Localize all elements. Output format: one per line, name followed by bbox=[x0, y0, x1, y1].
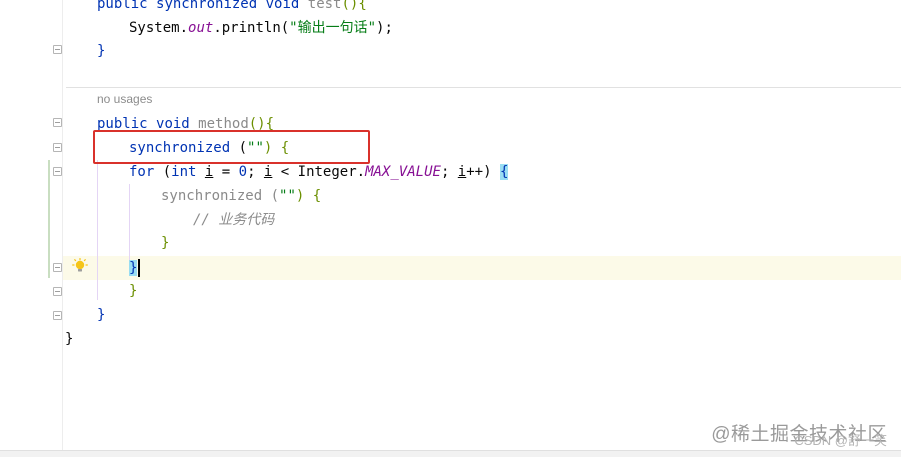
keyword: public bbox=[97, 0, 148, 12]
keyword: for bbox=[129, 164, 155, 180]
watermark-csdn: CSDN @舒一笑 bbox=[794, 433, 887, 448]
punctuation: ++) bbox=[466, 164, 500, 180]
text-caret bbox=[138, 259, 141, 277]
class-ref: < Integer. bbox=[272, 164, 366, 180]
static-field: out bbox=[188, 20, 214, 36]
code-line-2[interactable]: System.out.println("输出一句话"); bbox=[129, 18, 393, 38]
keyword-faded: synchronized bbox=[161, 188, 263, 204]
punctuation: ( bbox=[262, 188, 280, 204]
code-line-10[interactable]: } bbox=[129, 258, 141, 278]
loop-variable: i bbox=[457, 164, 467, 180]
fold-marker-icon[interactable] bbox=[53, 263, 62, 272]
keyword: int bbox=[171, 164, 197, 180]
matched-brace: } bbox=[129, 260, 138, 276]
code-line-12[interactable]: } bbox=[97, 305, 105, 325]
class-ref: System. bbox=[129, 20, 189, 36]
fold-marker-icon[interactable] bbox=[53, 45, 62, 54]
fold-marker-icon[interactable] bbox=[53, 143, 62, 152]
code-line-6[interactable]: for (int i = 0; i < Integer.MAX_VALUE; i… bbox=[129, 162, 509, 182]
matched-brace: { bbox=[499, 164, 509, 180]
method-separator bbox=[66, 87, 901, 88]
punctuation: ; bbox=[440, 164, 458, 180]
lightbulb-icon[interactable] bbox=[72, 258, 88, 274]
static-constant: MAX_VALUE bbox=[365, 164, 441, 180]
punctuation: (){ bbox=[341, 0, 367, 12]
code-editor[interactable]: no usages public synchronized void test(… bbox=[0, 0, 901, 457]
punctuation: ; bbox=[247, 164, 264, 180]
operator: = bbox=[213, 164, 239, 180]
usage-hint[interactable]: no usages bbox=[97, 92, 152, 106]
code-line-1[interactable]: public synchronized void test(){ bbox=[97, 0, 367, 14]
punctuation: ( bbox=[154, 164, 172, 180]
code-line-7[interactable]: synchronized ("") { bbox=[161, 186, 321, 206]
keyword: void bbox=[265, 0, 300, 12]
keyword: synchronized bbox=[156, 0, 258, 12]
number-literal: 0 bbox=[238, 164, 248, 180]
method-name: test bbox=[307, 0, 342, 12]
fold-marker-icon[interactable] bbox=[53, 311, 62, 320]
indent-guide bbox=[97, 160, 98, 300]
fold-marker-icon[interactable] bbox=[53, 118, 62, 127]
fold-marker-icon[interactable] bbox=[53, 287, 62, 296]
punctuation: ) { bbox=[295, 188, 322, 204]
vcs-change-marker[interactable] bbox=[48, 160, 50, 278]
method-call: .println( bbox=[213, 20, 290, 36]
code-line-8-comment[interactable]: // 业务代码 bbox=[193, 210, 274, 230]
string-literal: "输出一句话" bbox=[289, 20, 377, 36]
punctuation: ); bbox=[376, 20, 393, 36]
code-line-9[interactable]: } bbox=[161, 233, 169, 253]
editor-gutter[interactable] bbox=[0, 0, 63, 456]
highlight-annotation-box bbox=[93, 130, 370, 164]
string-literal: "" bbox=[279, 188, 296, 204]
code-line-3[interactable]: } bbox=[97, 41, 105, 61]
code-line-13[interactable]: } bbox=[65, 329, 73, 349]
code-line-11[interactable]: } bbox=[129, 281, 137, 301]
fold-marker-icon[interactable] bbox=[53, 167, 62, 176]
